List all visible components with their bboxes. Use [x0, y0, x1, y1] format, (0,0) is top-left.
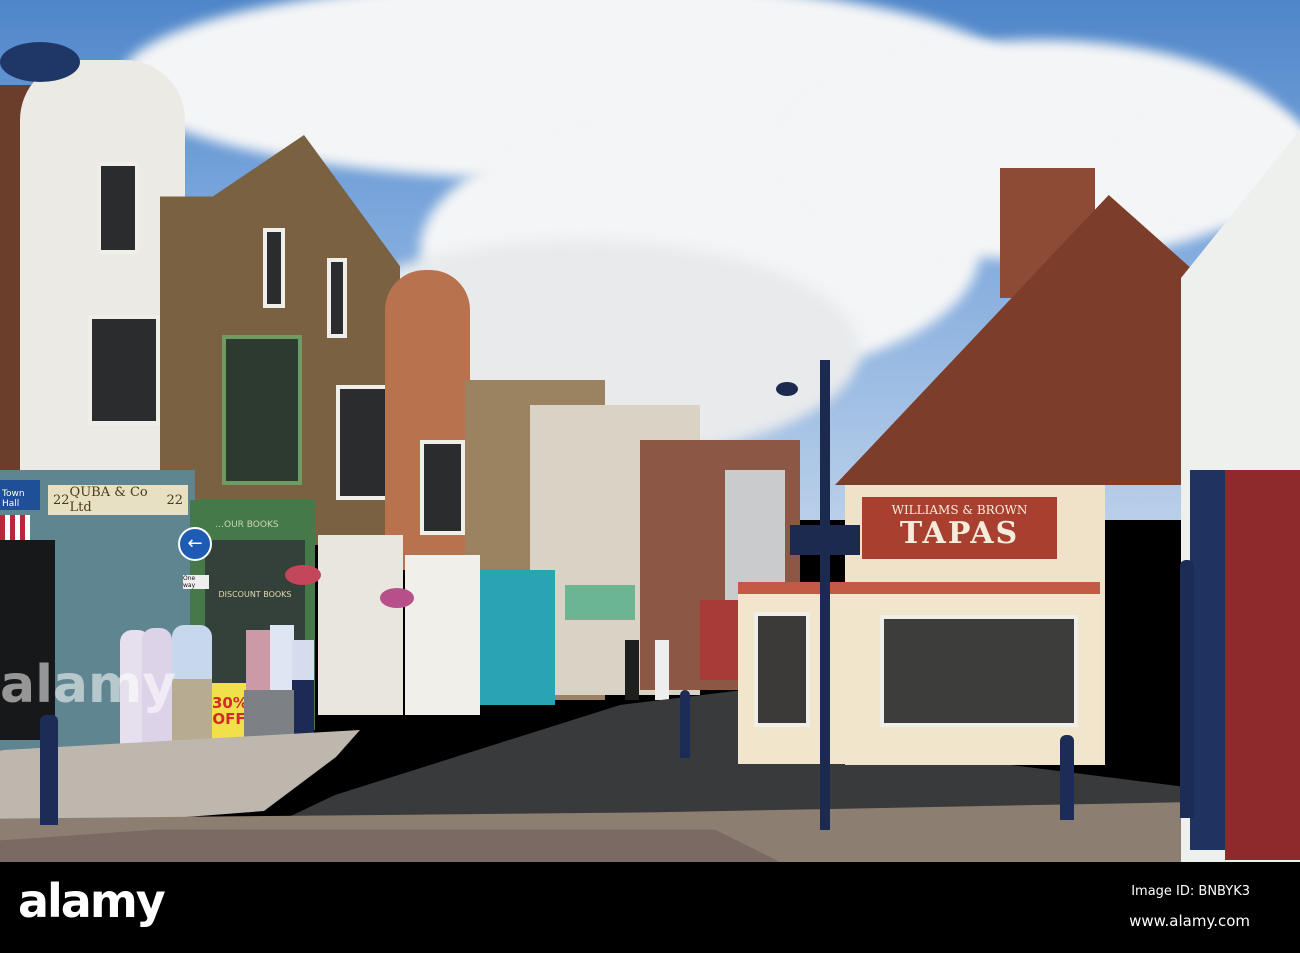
bollard — [680, 690, 690, 758]
quba-number: 22 — [53, 492, 70, 508]
bollard — [1180, 560, 1194, 818]
watermark-overlay: alamy — [0, 655, 177, 715]
window — [420, 440, 465, 535]
shopfront — [318, 535, 403, 715]
bollard — [1060, 735, 1074, 820]
street-lamp-icon — [0, 42, 80, 82]
hanging-basket — [380, 588, 414, 608]
bookshop-sign: …OUR BOOKS — [215, 520, 279, 530]
image-id: Image ID: BNBYK3 — [1131, 884, 1250, 899]
quba-number: 22 — [166, 492, 183, 508]
keep-left-sign-icon: ← — [178, 527, 212, 561]
hanging-basket — [285, 565, 321, 585]
tapas-subtitle: WILLIAMS & BROWN — [891, 503, 1028, 517]
watermark-footer: alamy Image ID: BNBYK3 www.alamy.com — [0, 862, 1300, 953]
window — [97, 162, 139, 254]
bollard — [40, 715, 58, 825]
quba-sign: 22 QUBA & Co Ltd 22 — [48, 485, 188, 515]
tapas-title: TAPAS — [899, 516, 1020, 551]
window — [327, 258, 347, 338]
tapas-sign: WILLIAMS & BROWN TAPAS — [862, 497, 1057, 559]
town-hall-sign: Town Hall — [0, 480, 40, 510]
fingerpost-sign — [790, 525, 860, 555]
bay-window — [88, 315, 160, 425]
window — [263, 228, 285, 308]
lamp-post — [820, 360, 830, 830]
quba-name: QUBA & Co Ltd — [69, 485, 148, 515]
alamy-url[interactable]: www.alamy.com — [1129, 912, 1250, 930]
shopfront — [405, 555, 480, 715]
person — [655, 640, 669, 700]
teal-shopfront — [480, 570, 555, 705]
alamy-logo: alamy — [18, 874, 166, 928]
green-awning — [565, 585, 635, 620]
tapas-window — [754, 612, 810, 727]
person — [292, 640, 314, 740]
person — [625, 640, 639, 700]
street-lamp-icon — [776, 382, 798, 396]
tapas-window — [880, 615, 1078, 727]
one-way-sign: One way — [183, 575, 209, 589]
bay-window — [336, 385, 392, 500]
red-shopfront — [1225, 470, 1300, 860]
green-bay-window — [222, 335, 302, 485]
